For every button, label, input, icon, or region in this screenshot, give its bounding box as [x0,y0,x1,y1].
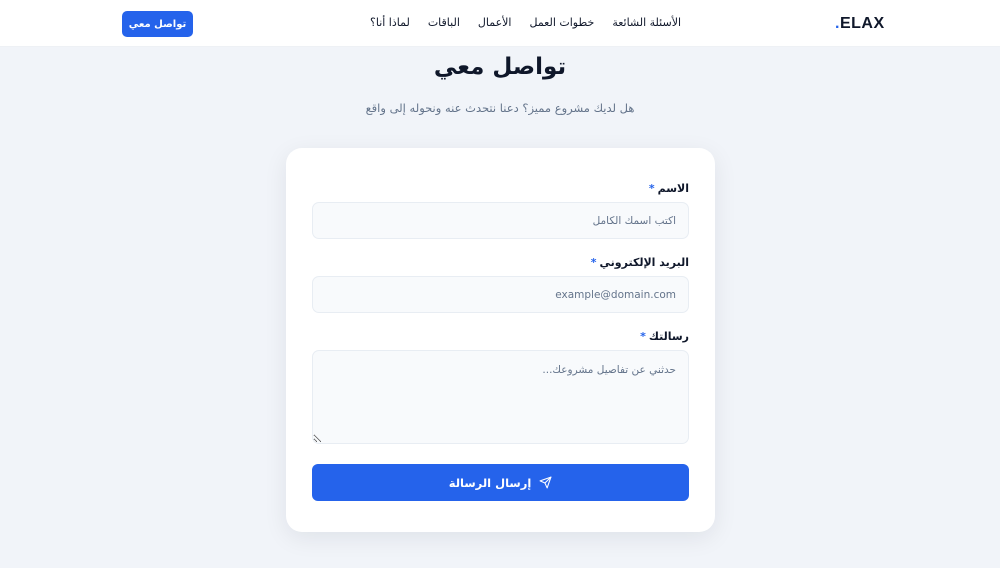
page-title: تواصل معي [433,54,567,80]
nav-item-packages[interactable]: الباقات [428,16,460,29]
message-label-text: رسالتك [648,330,689,343]
email-label: البريد الإلكتروني* [591,256,689,269]
message-textarea[interactable] [312,350,689,444]
nav-item-work-steps[interactable]: خطوات العمل [529,16,594,29]
send-message-label: إرسال الرسالة [448,475,532,490]
site-header: .ELAX لماذا أنا؟ الباقات الأعمال خطوات ا… [0,0,1000,47]
main-nav: لماذا أنا؟ الباقات الأعمال خطوات العمل ا… [370,16,681,29]
nav-item-faq[interactable]: الأسئلة الشائعة [612,16,681,29]
name-label: الاسم* [649,182,689,195]
required-mark: * [590,256,597,269]
contact-form: الاسم* البريد الإلكتروني* رسالتك* إرسال … [286,148,715,532]
nav-item-why-me[interactable]: لماذا أنا؟ [370,16,410,29]
send-message-button[interactable]: إرسال الرسالة [312,464,689,501]
name-label-text: الاسم [657,182,689,195]
email-label-text: البريد الإلكتروني [599,256,689,269]
logo-text: ELAX [839,15,885,32]
contact-me-button[interactable]: تواصل معي [122,11,193,37]
required-mark: * [640,330,646,343]
page-subtitle: هل لديك مشروع مميز؟ دعنا نتحدث عنه ونحول… [365,101,635,115]
send-icon [539,476,552,489]
required-mark: * [648,182,655,195]
logo[interactable]: .ELAX [835,15,885,33]
email-input[interactable] [312,276,689,313]
message-label: رسالتك* [640,330,689,343]
nav-item-works[interactable]: الأعمال [478,16,512,29]
name-input[interactable] [312,202,689,239]
